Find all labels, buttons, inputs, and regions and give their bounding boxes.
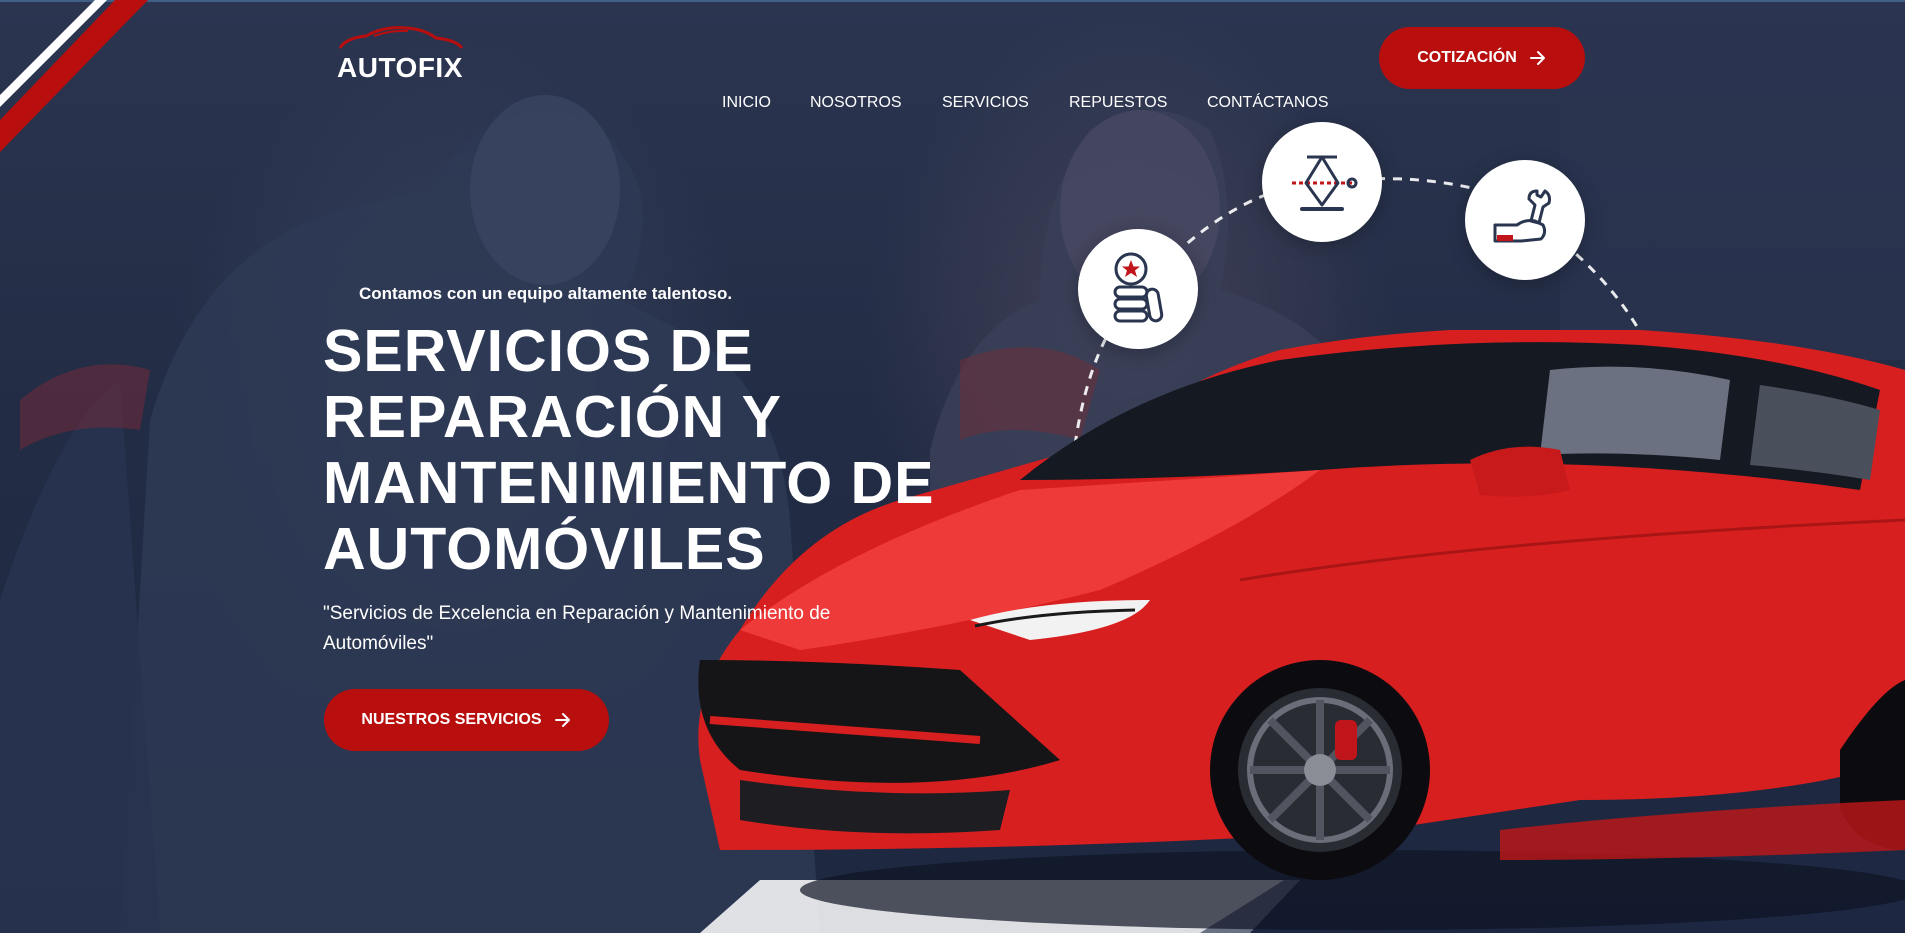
headline-line-4: AUTOMÓVILES [323,516,766,582]
jack-icon [1292,155,1358,211]
headline-line-3: MANTENIMIENTO DE [323,450,935,516]
hero-headline: SERVICIOS DE REPARACIÓN Y MANTENIMIENTO … [323,318,1003,582]
car-jack-icon[interactable] [1262,122,1382,242]
hero-section: AUTOFIX INICIO NOSOTROS SERVICIOS REPUES… [0,0,1905,933]
services-button-label: NUESTROS SERVICIOS [361,711,542,728]
headline-line-2: REPARACIÓN Y [323,384,782,450]
headline-line-1: SERVICIOS DE [323,318,754,384]
wrench-icon [1493,189,1551,243]
arrow-right-icon [554,713,570,727]
services-button[interactable]: NUESTROS SERVICIOS [324,689,609,751]
hero-subtitle: "Servicios de Excelencia en Reparación y… [323,603,831,654]
wrench-hand-icon[interactable] [1465,160,1585,280]
hero-eyebrow: Contamos con un equipo altamente talento… [359,284,733,303]
tire-stack-icon [1113,252,1164,323]
